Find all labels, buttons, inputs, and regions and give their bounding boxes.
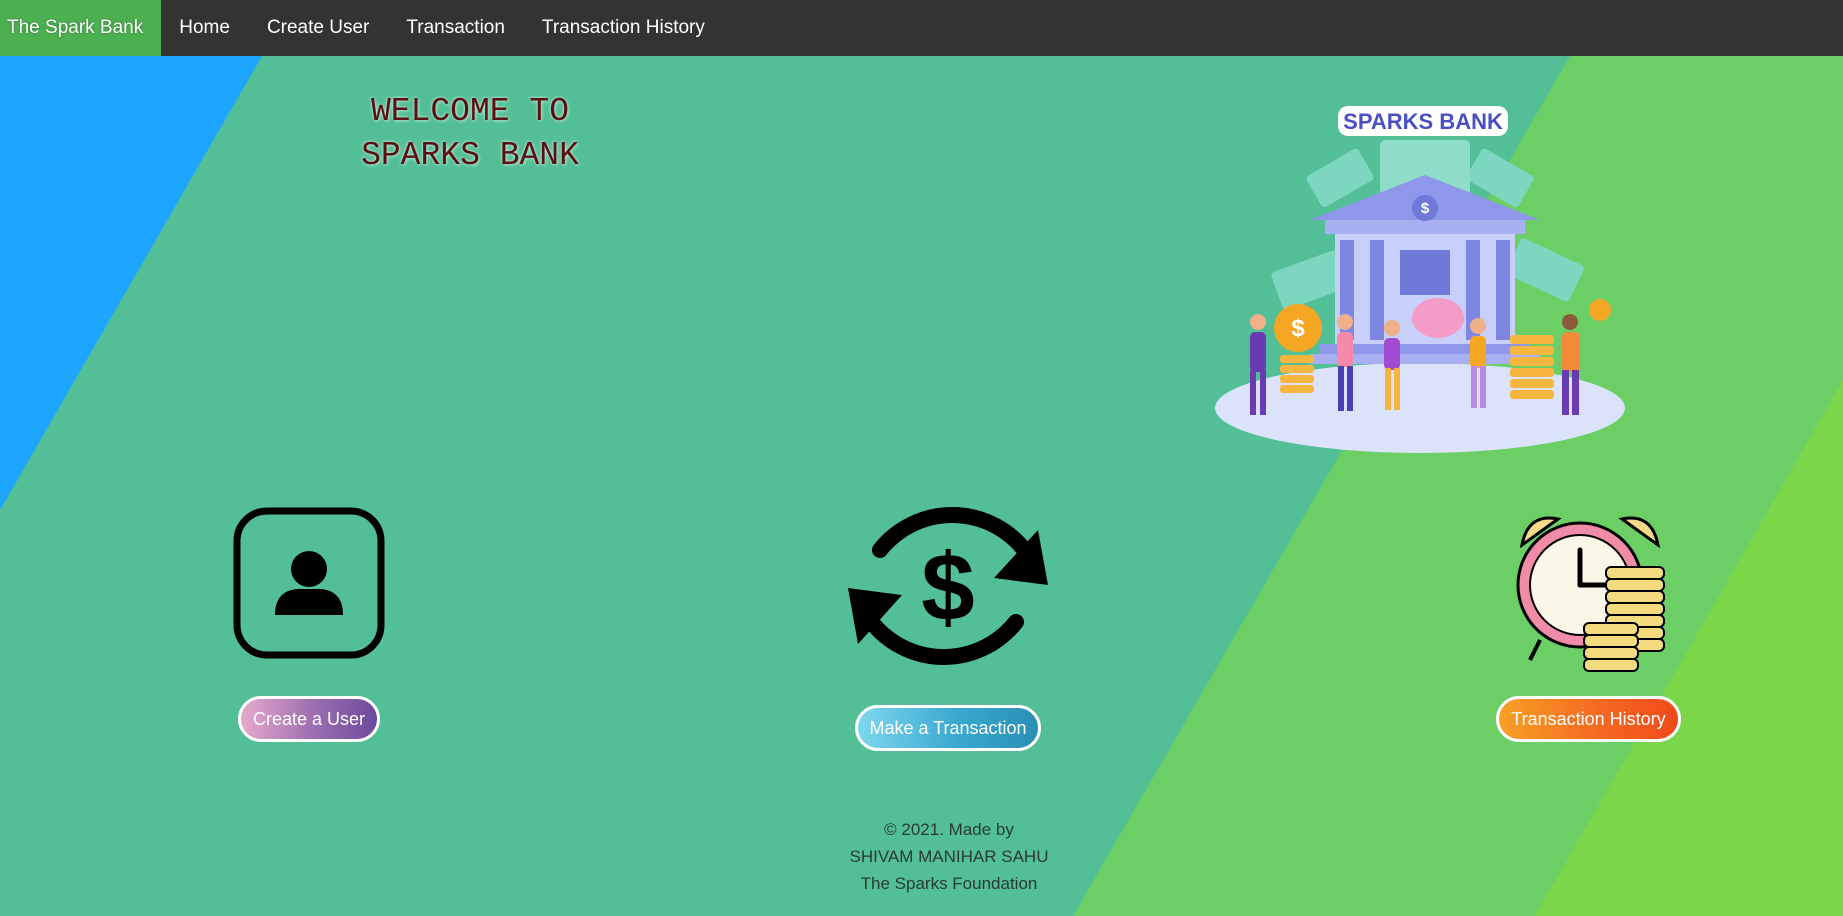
alarm-clock-coins-icon[interactable] [1510,505,1670,675]
transaction-history-button[interactable]: Transaction History [1496,696,1681,742]
nav-link-transaction[interactable]: Transaction [388,0,524,56]
make-transaction-button[interactable]: Make a Transaction [855,705,1041,751]
footer: © 2021. Made by SHIVAM MANIHAR SAHU The … [799,816,1099,897]
nav-brand[interactable]: The Spark Bank [0,0,162,56]
welcome-line-2: SPARKS BANK [361,137,579,174]
welcome-line-1: WELCOME TO [370,93,570,130]
top-navbar: The Spark Bank Home Create User Transact… [0,0,1843,56]
nav-link-transaction-history[interactable]: Transaction History [524,0,724,56]
welcome-heading: WELCOME TO SPARKS BANK [330,90,610,178]
bank-illustration: $ SPARKS BANK $ [1215,106,1625,453]
illustration-title: SPARKS BANK [1343,109,1503,134]
nav-link-create-user[interactable]: Create User [249,0,388,56]
svg-text:$: $ [1421,200,1430,217]
nav-link-home[interactable]: Home [161,0,249,56]
svg-text:$: $ [921,534,974,641]
money-exchange-icon[interactable]: $ [828,480,1068,695]
footer-organization: The Sparks Foundation [860,874,1038,893]
footer-author: SHIVAM MANIHAR SAHU [849,847,1049,866]
user-avatar-icon[interactable] [233,507,385,659]
create-user-button[interactable]: Create a User [238,696,380,742]
svg-text:$: $ [1291,315,1305,342]
footer-copyright: © 2021. Made by [884,820,1014,839]
